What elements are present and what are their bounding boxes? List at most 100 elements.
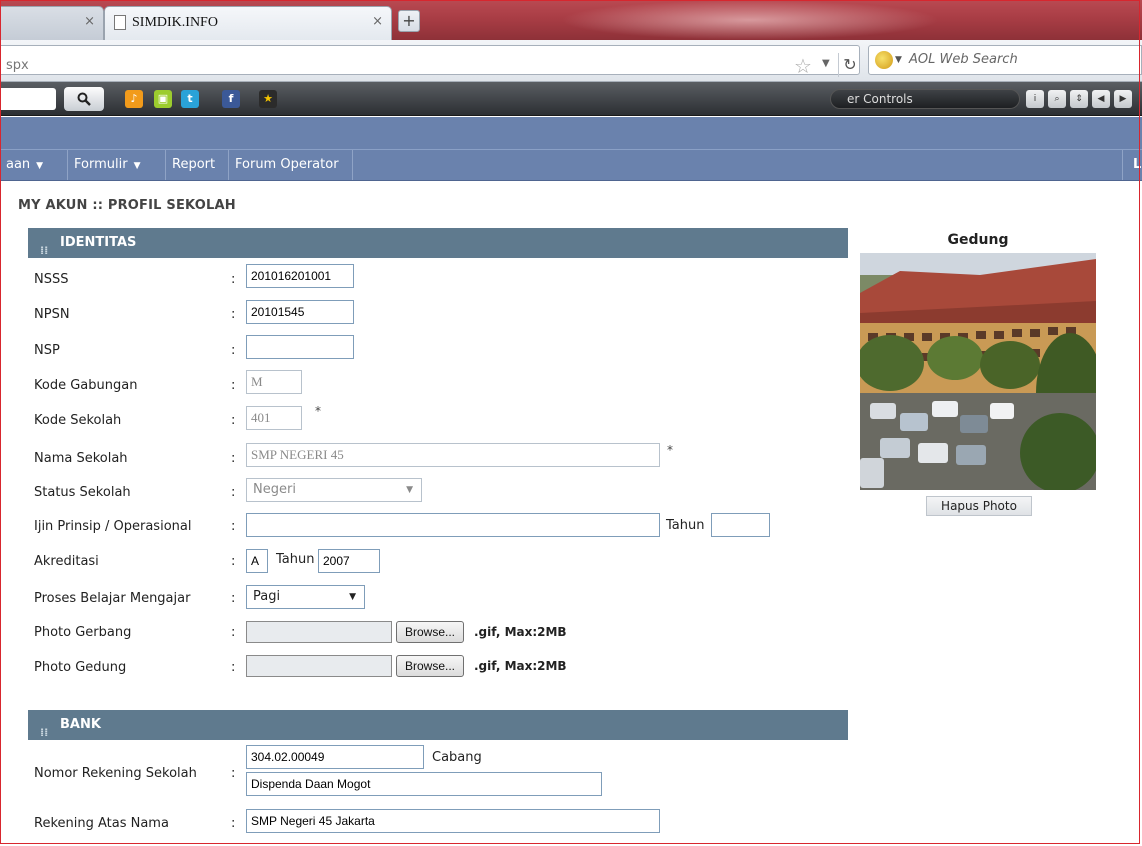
status-sekolah-select: Negeri ▼ (246, 478, 422, 502)
chevron-down-icon: ▼ (349, 592, 356, 602)
grid-icon: ⁞⁞ (40, 244, 49, 257)
label-kode-sekolah: Kode Sekolah (34, 413, 122, 428)
tab-close-icon[interactable]: × (372, 14, 383, 29)
colon: : (231, 413, 236, 428)
menu-item-label: aan (6, 157, 31, 172)
label-nsp: NSP (34, 343, 60, 358)
menu-item-aan[interactable]: aan ▼ (0, 150, 68, 180)
akreditasi-input[interactable]: A (246, 549, 268, 573)
next-icon[interactable]: ▶ (1114, 90, 1132, 108)
colon: : (231, 816, 236, 831)
colon: : (231, 307, 236, 322)
prev-icon[interactable]: ◀ (1092, 90, 1110, 108)
kode-sekolah-input: 401 (246, 406, 302, 430)
label-akreditasi-tahun: Tahun (276, 552, 315, 567)
label-proses-belajar: Proses Belajar Mengajar (34, 591, 191, 606)
address-bar[interactable]: spx ☆ ▼ ↻ (0, 45, 861, 78)
bookmark-star-icon[interactable]: ☆ (794, 54, 812, 78)
label-nomor-rekening: Nomor Rekening Sekolah (34, 766, 197, 781)
menu-item-report[interactable]: Report (166, 150, 229, 180)
label-nsss: NSSS (34, 272, 69, 287)
toolbar-search-icon[interactable] (64, 87, 104, 111)
file-format-hint: .gif, Max:2MB (474, 625, 567, 639)
menu-item-label: Formulir (74, 157, 128, 172)
photo-title: Gedung (947, 232, 1009, 248)
toggle-icon[interactable]: ⇕ (1070, 90, 1088, 108)
nsp-input[interactable] (246, 335, 354, 359)
nomor-rekening-input[interactable]: 304.02.00049 (246, 745, 424, 769)
colon: : (231, 272, 236, 287)
search-engine-box[interactable]: ▼ AOL Web Search (868, 45, 1142, 75)
chevron-down-icon: ▼ (406, 485, 413, 495)
colon: : (231, 660, 236, 675)
file-format-hint: .gif, Max:2MB (474, 659, 567, 673)
photo-gedung-file-input[interactable] (246, 655, 392, 677)
ijin-prinsip-input[interactable] (246, 513, 660, 537)
browser-tabstrip: × SIMDIK.INFO × + (0, 0, 1142, 40)
ijin-tahun-input[interactable] (711, 513, 770, 537)
addon-toolbar: ♪ ▣ t f ★ er Controls i ⌕ ⇕ ◀ ▶ (0, 82, 1142, 116)
hapus-photo-button[interactable]: Hapus Photo (926, 496, 1032, 516)
toolbar-search-input[interactable] (0, 88, 56, 110)
akreditasi-tahun-input[interactable]: 2007 (318, 549, 380, 573)
label-nama-sekolah: Nama Sekolah (34, 451, 128, 466)
colon: : (231, 343, 236, 358)
label-npsn: NPSN (34, 307, 70, 322)
label-kode-gabungan: Kode Gabungan (34, 378, 138, 393)
photo-gerbang-browse-button[interactable]: Browse... (396, 621, 464, 643)
url-dropdown-icon[interactable]: ▼ (822, 58, 830, 69)
browser-tab-active[interactable]: SIMDIK.INFO × (104, 6, 392, 40)
required-mark: * (667, 443, 673, 457)
chevron-down-icon: ▼ (36, 161, 44, 171)
colon: : (231, 451, 236, 466)
menu-item-label: Report (172, 157, 216, 172)
menu-item-right[interactable]: L (1122, 150, 1142, 180)
search-engine-icon[interactable] (875, 51, 893, 69)
kode-gabungan-input: M (246, 370, 302, 394)
search-engine-dropdown-icon[interactable]: ▼ (895, 55, 902, 65)
twitter-icon[interactable]: t (181, 90, 199, 108)
colon: : (231, 519, 236, 534)
menu-item-label: Forum Operator (235, 157, 339, 172)
android-icon[interactable]: ▣ (154, 90, 172, 108)
nama-sekolah-input: SMP NEGERI 45 (246, 443, 660, 467)
select-value: Pagi (253, 589, 281, 604)
menu-item-formulir[interactable]: Formulir ▼ (68, 150, 166, 180)
nsss-input[interactable]: 201016201001 (246, 264, 354, 288)
music-icon[interactable]: ♪ (125, 90, 143, 108)
label-ijin-prinsip: Ijin Prinsip / Operasional (34, 519, 192, 534)
search-placeholder: AOL Web Search (909, 52, 1018, 67)
reload-icon[interactable]: ↻ (838, 53, 861, 77)
photo-gerbang-file-input[interactable] (246, 621, 392, 643)
tab-close-icon[interactable]: × (84, 14, 95, 29)
proses-belajar-select[interactable]: Pagi ▼ (246, 585, 365, 609)
label-photo-gerbang: Photo Gerbang (34, 625, 132, 640)
facebook-icon[interactable]: f (222, 90, 240, 108)
tabstrip-glow (560, 0, 940, 40)
new-tab-button[interactable]: + (398, 10, 420, 32)
colon: : (231, 485, 236, 500)
npsn-input[interactable]: 20101545 (246, 300, 354, 324)
browser-tab-inactive[interactable]: × (0, 6, 104, 40)
colon: : (231, 554, 236, 569)
info-icon[interactable]: i (1026, 90, 1044, 108)
grid-icon: ⁞⁞ (40, 726, 49, 739)
chevron-down-icon: ▼ (133, 161, 141, 171)
colon: : (231, 766, 236, 781)
section-header-identitas: ⁞⁞ IDENTITAS (28, 228, 848, 258)
photo-gedung-browse-button[interactable]: Browse... (396, 655, 464, 677)
tab-title: SIMDIK.INFO (132, 15, 218, 30)
runner-icon[interactable]: ★ (259, 90, 277, 108)
rekening-atas-nama-input[interactable]: SMP Negeri 45 Jakarta (246, 809, 660, 833)
main-menu: aan ▼ Formulir ▼ Report Forum Operator L (0, 149, 1142, 181)
search-mini-icon[interactable]: ⌕ (1048, 90, 1066, 108)
label-photo-gedung: Photo Gedung (34, 660, 127, 675)
site-banner (0, 117, 1142, 149)
browser-navbar: spx ☆ ▼ ↻ ▼ AOL Web Search (0, 40, 1142, 82)
cabang-input[interactable]: Dispenda Daan Mogot (246, 772, 602, 796)
school-building-photo (860, 253, 1096, 490)
label-status-sekolah: Status Sekolah (34, 485, 131, 500)
menu-item-forum-operator[interactable]: Forum Operator (229, 150, 353, 180)
player-controls-label: er Controls (830, 89, 1020, 109)
colon: : (231, 378, 236, 393)
